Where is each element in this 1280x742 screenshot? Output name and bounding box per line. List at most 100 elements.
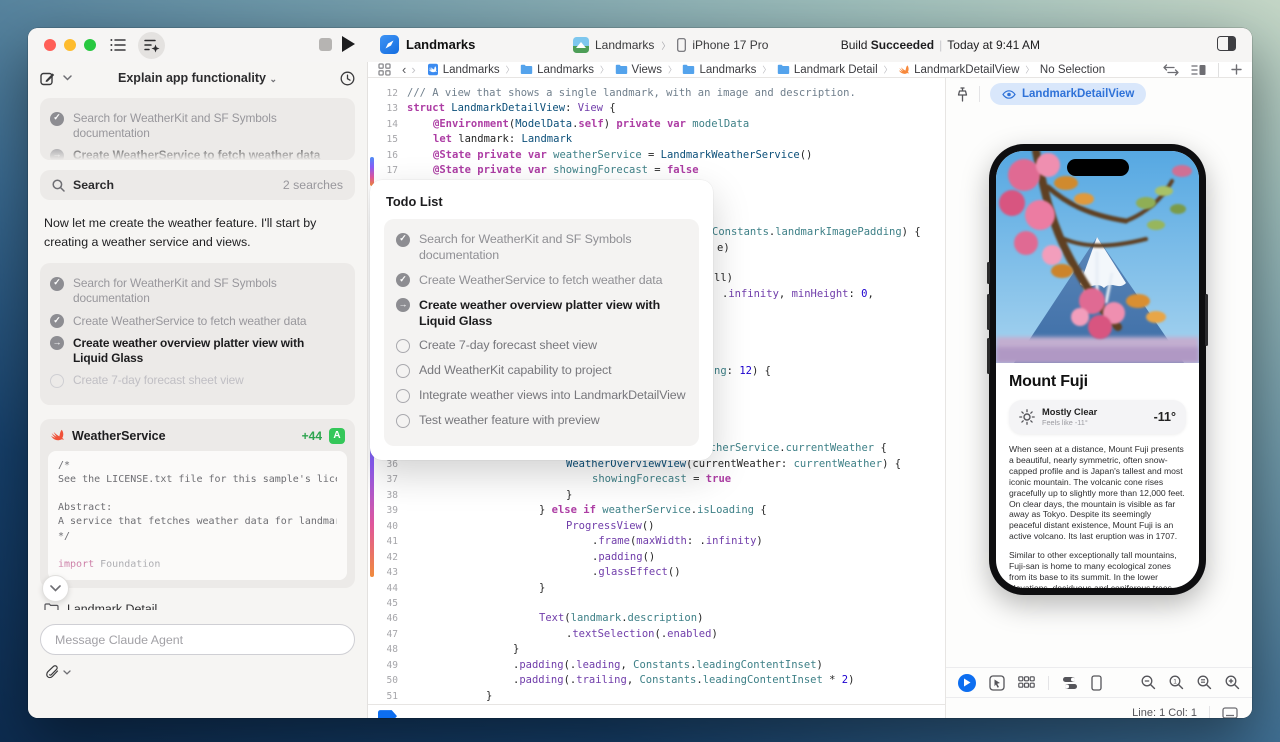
live-preview-button[interactable] — [958, 674, 976, 692]
line-number: 50 — [368, 673, 398, 688]
line-number: 46 — [368, 611, 398, 626]
code-text: } — [407, 581, 545, 596]
breadcrumb-item[interactable]: LandmarkDetailView — [898, 64, 1019, 76]
chevron-separator: 〉 — [668, 64, 677, 76]
forward-button[interactable]: › — [411, 62, 415, 77]
code-line[interactable]: 51} — [368, 689, 945, 704]
message-input[interactable] — [40, 624, 355, 655]
agent-conversation[interactable]: Search for WeatherKit and SF Symbols doc… — [28, 94, 367, 610]
breadcrumb-item[interactable]: Landmark Detail — [777, 64, 878, 76]
related-items-icon[interactable] — [378, 63, 391, 76]
todo-item-done[interactable]: Search for WeatherKit and SF Symbols doc… — [50, 111, 345, 141]
code-line[interactable]: 37showingForecast = true — [368, 472, 945, 487]
code-line[interactable]: 39} else if weatherService.isLoading { — [368, 503, 945, 518]
code-line[interactable]: 49.padding(.leading, Constants.leadingCo… — [368, 658, 945, 673]
device-icon[interactable] — [1091, 675, 1102, 691]
window-tab[interactable]: Landmarks — [380, 35, 475, 54]
line-number: 12 — [368, 86, 398, 101]
todo-item-current[interactable]: Create weather overview platter view wit… — [50, 336, 345, 366]
minimap-toggle-icon[interactable] — [1191, 64, 1206, 76]
code-line[interactable]: 46Text(landmark.description) — [368, 611, 945, 626]
todo-item-open[interactable]: Create 7-day forecast sheet view — [396, 338, 687, 354]
select-mode-icon[interactable] — [989, 675, 1005, 691]
accepted-badge: A — [329, 428, 345, 444]
breadcrumb-item[interactable]: Landmarks — [682, 64, 756, 76]
preview-target-pill[interactable]: LandmarkDetailView — [990, 83, 1146, 105]
code-line[interactable]: 45 — [368, 596, 945, 611]
edit-change-ribbon[interactable] — [370, 157, 374, 186]
breakpoint-icon[interactable] — [378, 710, 397, 718]
back-button[interactable]: ‹ — [402, 62, 406, 77]
code-line[interactable]: 12/// A view that shows a single landmar… — [368, 86, 945, 101]
breadcrumb-item[interactable]: Views — [615, 64, 662, 76]
scheme-selector[interactable]: Landmarks 〉 iPhone 17 Pro — [573, 37, 768, 53]
code-line[interactable]: 43.glassEffect() — [368, 565, 945, 580]
breadcrumb-item[interactable]: Landmarks — [427, 63, 500, 76]
code-line[interactable]: 17@State private var showingForecast = f… — [368, 163, 945, 178]
display-icon[interactable] — [1222, 707, 1238, 718]
iphone-preview[interactable]: Mount Fuji Mostly Clear Feels like -11° … — [989, 144, 1206, 595]
code-line[interactable]: 41.frame(maxWidth: .infinity) — [368, 534, 945, 549]
titlebar: Landmarks Landmarks 〉 iPhone 17 Pro Buil… — [28, 28, 1252, 62]
code-line[interactable]: 42.padding() — [368, 550, 945, 565]
attachment-icon[interactable] — [46, 665, 59, 679]
code-line[interactable]: 40ProgressView() — [368, 519, 945, 534]
line-number: 51 — [368, 689, 398, 704]
scheme-name: Landmarks — [595, 38, 654, 52]
checklist-icon[interactable] — [110, 38, 126, 52]
weather-platter[interactable]: Mostly Clear Feels like -11° -11° — [1009, 400, 1186, 434]
conversation-title[interactable]: Explain app functionality ⌄ — [28, 71, 367, 85]
search-icon — [52, 179, 65, 192]
scroll-to-bottom-button[interactable] — [42, 575, 69, 602]
search-activity-row[interactable]: Search 2 searches — [40, 170, 355, 200]
todo-item-done[interactable]: Create WeatherService to fetch weather d… — [50, 314, 345, 329]
zoom-in-icon[interactable] — [1225, 675, 1240, 690]
minimize-window-button[interactable] — [64, 39, 76, 51]
swap-editor-icon[interactable] — [1163, 64, 1179, 76]
todo-item-label: Test weather feature with preview — [419, 413, 600, 429]
code-line[interactable]: 14@Environment(ModelData.self) private v… — [368, 117, 945, 132]
code-line[interactable]: 44} — [368, 581, 945, 596]
file-card-weatherservice[interactable]: WeatherService +44 A /*See the LICENSE.t… — [40, 419, 355, 589]
code-line[interactable]: 38} — [368, 488, 945, 503]
todo-item-current[interactable]: Create weather overview platter view wit… — [396, 298, 687, 330]
agent-sparkle-icon — [144, 38, 160, 53]
todo-item-open[interactable]: Integrate weather views into LandmarkDet… — [396, 388, 687, 404]
todo-item-open[interactable]: Test weather feature with preview — [396, 413, 687, 429]
todo-item-label: Create WeatherService to fetch weather d… — [73, 314, 306, 329]
code-line[interactable]: 16@State private var weatherService = La… — [368, 148, 945, 163]
check-circle-icon — [50, 314, 64, 328]
pin-icon[interactable] — [956, 87, 969, 102]
todo-item-label: Create weather overview platter view wit… — [73, 336, 304, 366]
zoom-100-icon[interactable]: 1 — [1169, 675, 1184, 690]
zoom-fit-icon[interactable] — [1197, 675, 1212, 690]
source-editor[interactable]: 12/// A view that shows a single landmar… — [368, 78, 945, 718]
breadcrumb-item[interactable]: No Selection — [1040, 64, 1105, 76]
todo-item-done[interactable]: Search for WeatherKit and SF Symbols doc… — [50, 276, 345, 306]
file-group-row[interactable]: Landmark Detail — [44, 602, 351, 610]
inspector-toggle-icon[interactable] — [1217, 36, 1236, 51]
todo-item-done[interactable]: Create WeatherService to fetch weather d… — [396, 273, 687, 289]
code-line[interactable]: 13struct LandmarkDetailView: View { — [368, 101, 945, 116]
stop-button[interactable] — [319, 38, 332, 51]
add-editor-icon[interactable] — [1231, 64, 1242, 75]
run-button[interactable] — [342, 36, 355, 52]
zoom-out-icon[interactable] — [1141, 675, 1156, 690]
breadcrumb-label: No Selection — [1040, 64, 1105, 76]
activity-status[interactable]: Build Succeeded|Today at 9:41 AM — [841, 38, 1040, 52]
lines-added-badge: +44 — [302, 429, 322, 443]
code-line[interactable]: 48} — [368, 642, 945, 657]
code-line[interactable]: 50.padding(.trailing, Constants.leadingC… — [368, 673, 945, 688]
todo-item-open[interactable]: Add WeatherKit capability to project — [396, 363, 687, 379]
code-line[interactable]: 15let landmark: Landmark — [368, 132, 945, 147]
device-settings-icon[interactable] — [1062, 676, 1078, 690]
claude-agent-button[interactable] — [138, 32, 165, 59]
code-line[interactable]: 47.textSelection(.enabled) — [368, 627, 945, 642]
variants-icon[interactable] — [1018, 676, 1035, 689]
cursor-position: Line: 1 Col: 1 — [1132, 707, 1197, 718]
zoom-window-button[interactable] — [84, 39, 96, 51]
chevron-down-icon[interactable] — [63, 670, 71, 675]
close-window-button[interactable] — [44, 39, 56, 51]
breadcrumb-item[interactable]: Landmarks — [520, 64, 594, 76]
todo-item-done[interactable]: Search for WeatherKit and SF Symbols doc… — [396, 232, 687, 264]
